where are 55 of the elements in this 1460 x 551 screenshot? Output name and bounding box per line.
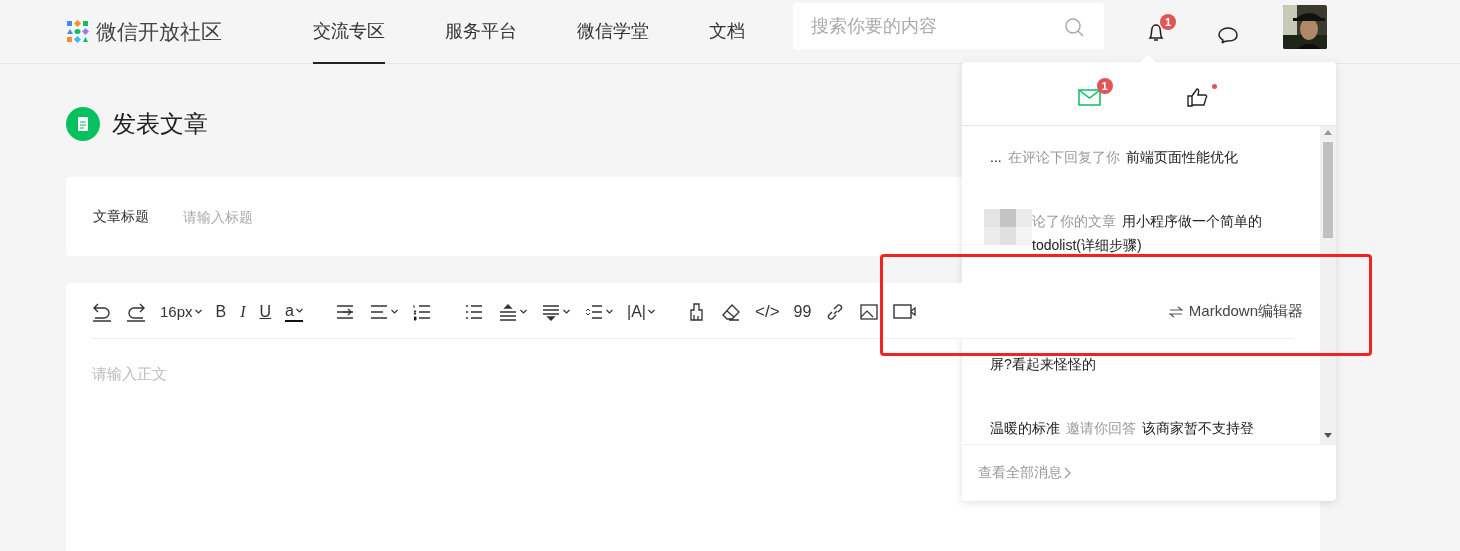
notification-badge: 1 [1160,13,1176,30]
bell-icon [1146,21,1166,42]
nav-tab[interactable]: 服务平台 [445,0,517,64]
caret-icon [563,309,570,314]
notification-tab[interactable]: 1 [1077,77,1113,110]
image-icon [859,301,880,322]
scroll-down-icon[interactable] [1324,433,1332,438]
document-icon [66,107,100,141]
envelope-icon [1077,86,1101,107]
italic-button[interactable]: I [240,302,246,321]
bell-button[interactable]: 1 [1146,13,1176,42]
video-button[interactable] [893,301,918,322]
speech-bubble-icon [1218,25,1240,46]
caret-icon [296,308,303,313]
video-camera-icon [893,301,918,322]
field-label: 文章标题 [93,207,149,226]
unread-badge: 1 [1096,77,1113,94]
search-input[interactable]: 搜索你要的内容 [809,15,1064,38]
underline-button[interactable]: U [259,302,272,321]
message-text[interactable]: 屏?看起来怪怪的 [990,352,1290,376]
swap-icon [1168,305,1183,318]
chevron-icon [1064,467,1071,479]
search-icon [1064,16,1084,37]
message-text[interactable]: 温暖的标准 邀请你回答 该商家暂不支持登 [990,416,1290,440]
font-color-button[interactable]: a [285,301,303,322]
message-text[interactable]: 论了你的文章 用小程序做一个简单的todolist(详细步骤) [1032,209,1290,257]
unread-dot [1211,83,1217,89]
code-button[interactable]: </> [755,301,780,322]
caret-icon [606,309,613,314]
redo-button[interactable] [126,301,146,322]
nav-tab[interactable]: 微信学堂 [577,0,649,64]
undo-icon [92,301,112,322]
site-name: 微信开放社区 [96,18,222,45]
search-bar[interactable]: 搜索你要的内容 [793,3,1104,50]
redo-icon [126,301,146,322]
line-height-icon [498,301,518,322]
nav-tab[interactable]: 文档 [709,0,745,64]
nav-tab[interactable]: 交流专区 [313,0,385,64]
line-height-button[interactable] [498,301,527,322]
caret-icon [391,309,398,314]
quote-button[interactable]: 99 [793,302,812,321]
caret-icon [194,309,202,314]
thumbs-up-icon [1186,86,1209,107]
page-title: 发表文章 [112,109,208,139]
bold-button[interactable]: B [215,302,227,321]
font-size-dropdown[interactable]: 16px [160,303,202,320]
logo-icon [66,19,90,44]
caret-icon [520,309,527,314]
message-text[interactable]: ... 在评论下回复了你 前端页面性能优化 [990,145,1290,169]
markdown-editor-toggle[interactable]: Markdown编辑器 [1168,302,1303,321]
image-button[interactable] [859,301,880,322]
undo-button[interactable] [92,301,112,322]
scrollbar-thumb[interactable] [1323,142,1333,238]
caret-icon [648,309,655,314]
letter-spacing-dropdown[interactable]: |A| [627,302,655,321]
